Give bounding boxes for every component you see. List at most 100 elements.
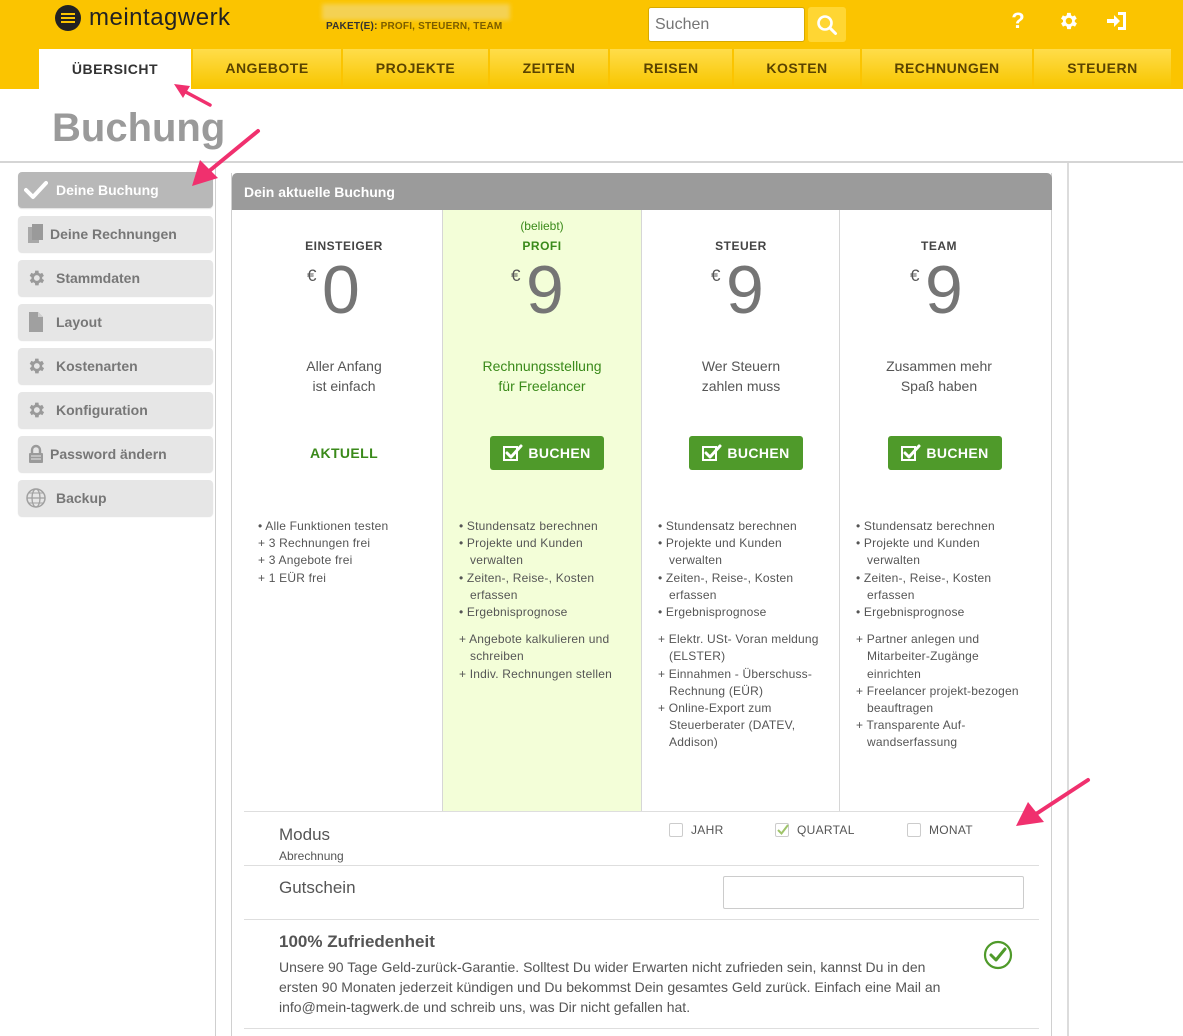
tab-reisen[interactable]: REISEN xyxy=(610,49,732,87)
price-value: 9 xyxy=(925,252,963,328)
plan-name: TEAM xyxy=(921,239,957,253)
tagline-line: Zusammen mehr xyxy=(886,358,992,374)
gear-icon[interactable] xyxy=(1055,8,1081,34)
package-label: PAKET(E): xyxy=(326,21,378,32)
list-item: • Stundensatz berechnen xyxy=(459,519,598,533)
checkbox[interactable] xyxy=(669,823,683,837)
list-item: • Ergebnisprognose xyxy=(856,605,965,620)
sidebar-item-stammdaten[interactable]: Stammdaten xyxy=(18,260,213,296)
list-item: + Indiv. Rechnungen stellen xyxy=(459,666,612,681)
checkbox-checked[interactable] xyxy=(775,823,789,837)
list-item: • Ergebnisprognose xyxy=(459,605,568,620)
option-label: QUARTAL xyxy=(797,823,855,837)
list-item: • Projekte und Kunden verwalten xyxy=(658,536,782,568)
book-button-team[interactable]: BUCHEN xyxy=(888,436,1002,470)
plan-steuer: STEUER € 9 Wer Steuern zahlen muss BUCHE… xyxy=(642,210,840,811)
annotation-arrow xyxy=(174,84,212,107)
search-button[interactable] xyxy=(808,7,846,42)
list-item: + Partner anlegen und Mitarbeiter-Zugäng… xyxy=(856,632,980,681)
list-item: • Stundensatz berechnen xyxy=(658,519,797,533)
logo[interactable]: meintagwerk xyxy=(55,4,231,32)
voucher-input[interactable] xyxy=(723,876,1024,909)
book-button-profi[interactable]: BUCHEN xyxy=(490,436,604,470)
plan-tagline: Wer Steuern zahlen muss xyxy=(642,356,840,396)
plan-name: STEUER xyxy=(715,239,767,253)
book-button-label: BUCHEN xyxy=(926,445,989,461)
tagline-line: Spaß haben xyxy=(900,378,978,394)
sidebar-item-deine-buchung[interactable]: Deine Buchung xyxy=(18,172,213,208)
popular-badge: (beliebt) xyxy=(520,219,564,233)
book-button-label: BUCHEN xyxy=(727,445,790,461)
tab-rechnungen[interactable]: RECHNUNGEN xyxy=(862,49,1032,87)
list-item: • Ergebnisprognose xyxy=(658,605,767,620)
list-item: • Alle Funktionen testen xyxy=(258,519,389,533)
plan-team: TEAM € 9 Zusammen mehr Spaß haben BUCHEN… xyxy=(840,210,1038,811)
sidebar-divider xyxy=(215,163,216,1036)
sidebar-item-backup[interactable]: Backup xyxy=(18,480,213,516)
billing-option-jahr[interactable]: JAHR xyxy=(669,823,724,837)
sidebar-item-label: Layout xyxy=(56,314,102,330)
lock-icon xyxy=(24,442,48,466)
tab-zeiten[interactable]: ZEITEN xyxy=(490,49,608,87)
plan-tagline: Rechnungsstellung für Freelancer xyxy=(443,356,641,396)
currency-symbol: € xyxy=(910,266,920,285)
tagline-line: für Freelancer xyxy=(498,378,586,394)
annotation-arrow xyxy=(192,129,260,186)
plan-price: € 9 xyxy=(642,252,840,328)
feature-list: • Stundensatz berechnen • Projekte und K… xyxy=(658,518,834,752)
tagline-line: zahlen muss xyxy=(701,378,781,394)
logo-icon xyxy=(55,5,81,31)
plan-tagline: Zusammen mehr Spaß haben xyxy=(840,356,1038,396)
checkbox-check-icon xyxy=(503,444,523,461)
list-item: • Projekte und Kunden verwalten xyxy=(856,536,980,568)
document-icon xyxy=(24,310,48,334)
plan-name: EINSTEIGER xyxy=(305,239,383,253)
list-item: + Einnahmen - Überschuss-Rechnung (EÜR) xyxy=(658,666,813,698)
list-item: • Zeiten-, Reise-, Kosten erfassen xyxy=(658,570,794,602)
sidebar-item-kostenarten[interactable]: Kostenarten xyxy=(18,348,213,384)
tagline-line: ist einfach xyxy=(312,378,376,394)
option-label: MONAT xyxy=(929,823,973,837)
book-button-label: BUCHEN xyxy=(528,445,591,461)
modus-label: Modus xyxy=(279,825,331,844)
sidebar-item-password-aendern[interactable]: Password ändern xyxy=(18,436,213,472)
checkbox[interactable] xyxy=(907,823,921,837)
list-item: • Projekte und Kunden verwalten xyxy=(459,536,583,568)
guarantee-title: 100% Zufriedenheit xyxy=(279,932,435,951)
plan-profi: (beliebt) PROFI € 9 Rechnungsstellung fü… xyxy=(443,210,641,811)
invoices-icon xyxy=(24,222,48,246)
sidebar-item-label: Konfiguration xyxy=(56,402,148,418)
list-item: • Zeiten-, Reise-, Kosten erfassen xyxy=(856,570,992,602)
voucher-label: Gutschein xyxy=(279,878,356,897)
row-divider xyxy=(244,919,1039,920)
plan-price: € 0 xyxy=(245,252,443,328)
logout-icon[interactable] xyxy=(1104,8,1130,34)
gear-icon xyxy=(24,354,48,378)
currency-symbol: € xyxy=(511,266,521,285)
sidebar-item-konfiguration[interactable]: Konfiguration xyxy=(18,392,213,428)
sidebar-item-label: Backup xyxy=(56,490,107,506)
list-item: + Freelancer projekt-bezogen beauftragen xyxy=(856,683,1019,716)
check-icon xyxy=(777,824,789,836)
tab-uebersicht[interactable]: ÜBERSICHT xyxy=(39,49,191,89)
sidebar-item-layout[interactable]: Layout xyxy=(18,304,213,340)
blurred-account-name xyxy=(322,4,510,20)
search-input[interactable] xyxy=(648,7,805,42)
help-icon[interactable]: ? xyxy=(1005,8,1031,34)
tagline-line: Rechnungsstellung xyxy=(482,358,602,374)
tab-steuern[interactable]: STEUERN xyxy=(1034,49,1171,87)
logo-text: meintagwerk xyxy=(89,4,231,31)
tab-projekte[interactable]: PROJEKTE xyxy=(343,49,488,87)
checkbox-check-icon xyxy=(901,444,921,461)
list-item: + Elektr. USt- Voran meldung (ELSTER) xyxy=(658,632,819,664)
sidebar-item-deine-rechnungen[interactable]: Deine Rechnungen xyxy=(18,216,213,252)
gear-icon xyxy=(24,266,48,290)
book-button-steuer[interactable]: BUCHEN xyxy=(689,436,803,470)
globe-icon xyxy=(24,486,48,510)
billing-option-quartal[interactable]: QUARTAL xyxy=(775,823,855,837)
list-item: + 3 Rechnungen frei xyxy=(258,536,371,551)
tagline-line: Wer Steuern xyxy=(701,358,781,374)
billing-option-monat[interactable]: MONAT xyxy=(907,823,973,837)
price-value: 0 xyxy=(322,252,360,328)
tab-kosten[interactable]: KOSTEN xyxy=(734,49,860,87)
